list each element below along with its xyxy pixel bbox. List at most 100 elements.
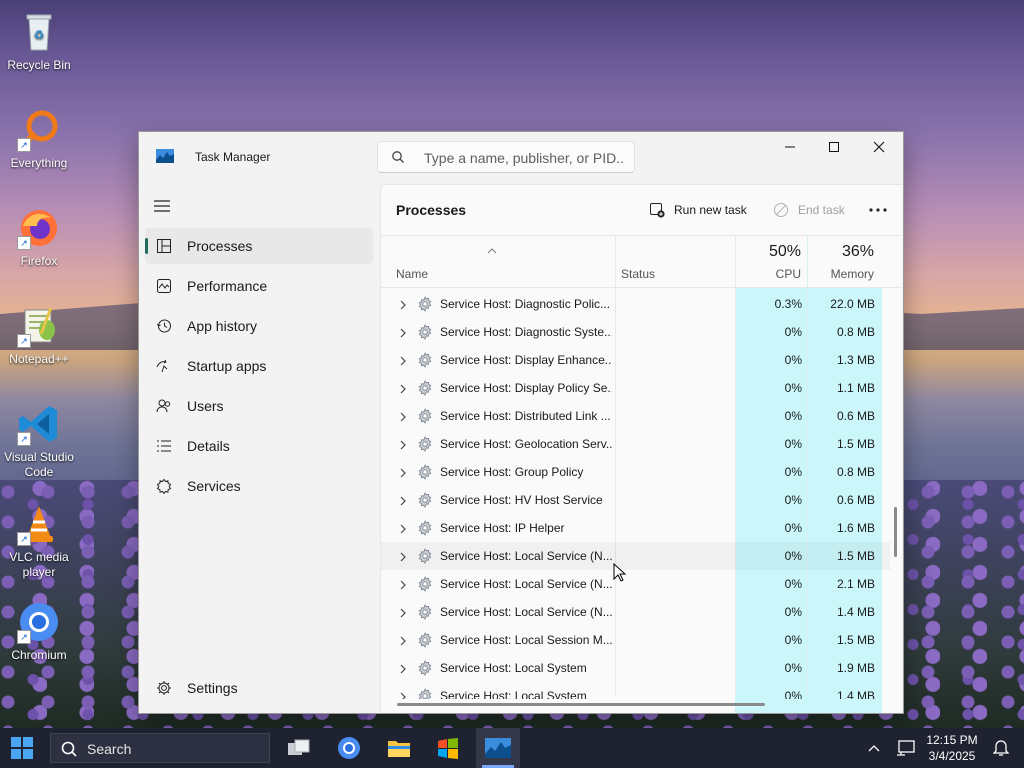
search-box[interactable]: [377, 141, 635, 173]
expand-chevron-icon[interactable]: [400, 299, 407, 310]
task-manager-icon: [156, 149, 174, 164]
table-row[interactable]: Service Host: Display Policy Se... 0% 1.1 …: [381, 374, 890, 402]
table-row[interactable]: Service Host: Local System 0% 1.9 MB: [381, 654, 890, 682]
process-list: Service Host: Diagnostic Polic... 0.3% 22.…: [381, 287, 890, 699]
title-bar[interactable]: Task Manager: [139, 132, 903, 184]
search-input[interactable]: [422, 147, 626, 169]
desktop-icon-firefox[interactable]: ↗ Firefox: [2, 206, 76, 269]
service-host-icon: [417, 464, 433, 480]
desktop-icon-recycle-bin[interactable]: ♻ Recycle Bin: [2, 10, 76, 73]
process-memory: 0.8 MB: [836, 325, 875, 339]
nav-item-processes[interactable]: Processes: [145, 228, 373, 264]
table-row[interactable]: Service Host: Local Service (N... 0% 1.4 M…: [381, 598, 890, 626]
nav-item-settings[interactable]: Settings: [145, 670, 238, 706]
service-host-icon: [417, 352, 433, 368]
close-button[interactable]: [856, 132, 902, 162]
shortcut-arrow-icon: ↗: [17, 138, 31, 152]
table-row[interactable]: Service Host: Geolocation Serv... 0% 1.5 M…: [381, 430, 890, 458]
vertical-scrollbar[interactable]: [894, 287, 898, 713]
expand-chevron-icon[interactable]: [400, 579, 407, 590]
nav-item-users[interactable]: Users: [145, 388, 373, 424]
column-header-memory[interactable]: 36% Memory: [808, 235, 880, 287]
process-cpu: 0%: [784, 577, 802, 591]
column-header-name[interactable]: Name: [381, 235, 615, 287]
users-icon: [155, 397, 173, 415]
taskbar-task-manager[interactable]: [476, 728, 520, 768]
taskbar-search[interactable]: Search: [50, 733, 270, 763]
window-title: Task Manager: [195, 150, 271, 164]
service-host-icon: [417, 492, 433, 508]
desktop-icon-vlc[interactable]: ↗ VLC media player: [2, 502, 76, 580]
desktop-icon-vscode[interactable]: ↗ Visual Studio Code: [2, 402, 76, 480]
process-memory: 1.5 MB: [836, 549, 875, 563]
vscode-icon: ↗: [17, 402, 61, 446]
start-button[interactable]: [11, 737, 33, 759]
shortcut-arrow-icon: ↗: [17, 236, 31, 250]
process-cpu: 0%: [784, 633, 802, 647]
expand-chevron-icon[interactable]: [400, 691, 407, 699]
table-row[interactable]: Service Host: IP Helper 0% 1.6 MB: [381, 514, 890, 542]
file-explorer-icon: [388, 741, 410, 757]
desktop-icon-notepadpp[interactable]: ↗ Notepad++: [2, 304, 76, 367]
table-row[interactable]: Service Host: Local System 0% 1.4 MB: [381, 682, 890, 699]
expand-chevron-icon[interactable]: [400, 383, 407, 394]
processes-panel: Processes Run new task End task Name Sta…: [380, 184, 902, 713]
taskbar-windows-app[interactable]: [426, 728, 470, 768]
expand-chevron-icon[interactable]: [400, 439, 407, 450]
notifications-button[interactable]: [990, 728, 1012, 768]
maximize-button[interactable]: [811, 132, 857, 162]
nav-item-app-history[interactable]: App history: [145, 308, 373, 344]
run-new-task-label: Run new task: [674, 203, 747, 217]
column-header-cpu[interactable]: 50% CPU: [735, 235, 807, 287]
expand-chevron-icon[interactable]: [400, 663, 407, 674]
desktop-icon-everything[interactable]: ↗ Everything: [2, 108, 76, 171]
expand-chevron-icon[interactable]: [400, 551, 407, 562]
desktop-icon-label: Notepad++: [9, 352, 69, 366]
task-view-button[interactable]: [277, 728, 321, 768]
expand-chevron-icon[interactable]: [400, 467, 407, 478]
table-row[interactable]: Service Host: Local Session M... 0% 1.5 MB: [381, 626, 890, 654]
show-hidden-icons-button[interactable]: [862, 728, 886, 768]
vlc-icon: ↗: [17, 502, 61, 546]
table-row[interactable]: Service Host: Local Service (N... 0% 1.5 M…: [381, 542, 890, 570]
table-row[interactable]: Service Host: Group Policy 0% 0.8 MB: [381, 458, 890, 486]
process-cpu: 0%: [784, 605, 802, 619]
nav-item-details[interactable]: Details: [145, 428, 373, 464]
desktop-icon-chromium[interactable]: ↗ Chromium: [2, 600, 76, 663]
nav-item-startup-apps[interactable]: Startup apps: [145, 348, 373, 384]
nav-item-performance[interactable]: Performance: [145, 268, 373, 304]
table-row[interactable]: Service Host: Display Enhance... 0% 1.3 MB: [381, 346, 890, 374]
run-new-task-button[interactable]: Run new task: [648, 199, 747, 221]
expand-chevron-icon[interactable]: [400, 523, 407, 534]
nav-item-services[interactable]: Services: [145, 468, 373, 504]
shortcut-arrow-icon: ↗: [17, 630, 31, 644]
end-task-button[interactable]: End task: [772, 199, 845, 221]
column-header-status[interactable]: Status: [616, 235, 734, 287]
taskbar-chromium[interactable]: [327, 728, 371, 768]
expand-chevron-icon[interactable]: [400, 635, 407, 646]
table-row[interactable]: Service Host: Diagnostic Syste... 0% 0.8 M…: [381, 318, 890, 346]
horizontal-scrollbar-thumb[interactable]: [397, 703, 765, 706]
expand-chevron-icon[interactable]: [400, 495, 407, 506]
app-history-icon: [155, 317, 173, 335]
table-row[interactable]: Service Host: Local Service (N... 0% 2.1 M…: [381, 570, 890, 598]
taskbar-file-explorer[interactable]: [377, 728, 421, 768]
minimize-button[interactable]: [767, 132, 813, 162]
table-row[interactable]: Service Host: Distributed Link ... 0% 0.6 …: [381, 402, 890, 430]
nav-item-label: Services: [187, 478, 241, 494]
end-task-label: End task: [798, 203, 845, 217]
hamburger-menu-icon[interactable]: [153, 198, 171, 214]
more-options-button[interactable]: [867, 199, 889, 221]
expand-chevron-icon[interactable]: [400, 327, 407, 338]
expand-chevron-icon[interactable]: [400, 411, 407, 422]
close-icon: [873, 141, 885, 153]
vertical-scrollbar-thumb[interactable]: [894, 507, 897, 557]
process-name: Service Host: Local Service (N...: [440, 577, 612, 591]
network-button[interactable]: [893, 728, 919, 768]
expand-chevron-icon[interactable]: [400, 355, 407, 366]
system-clock[interactable]: 12:15 PM 3/4/2025: [920, 732, 984, 764]
table-row[interactable]: Service Host: Diagnostic Polic... 0.3% 22.…: [381, 290, 890, 318]
expand-chevron-icon[interactable]: [400, 607, 407, 618]
service-host-icon: [417, 380, 433, 396]
table-row[interactable]: Service Host: HV Host Service 0% 0.6 MB: [381, 486, 890, 514]
